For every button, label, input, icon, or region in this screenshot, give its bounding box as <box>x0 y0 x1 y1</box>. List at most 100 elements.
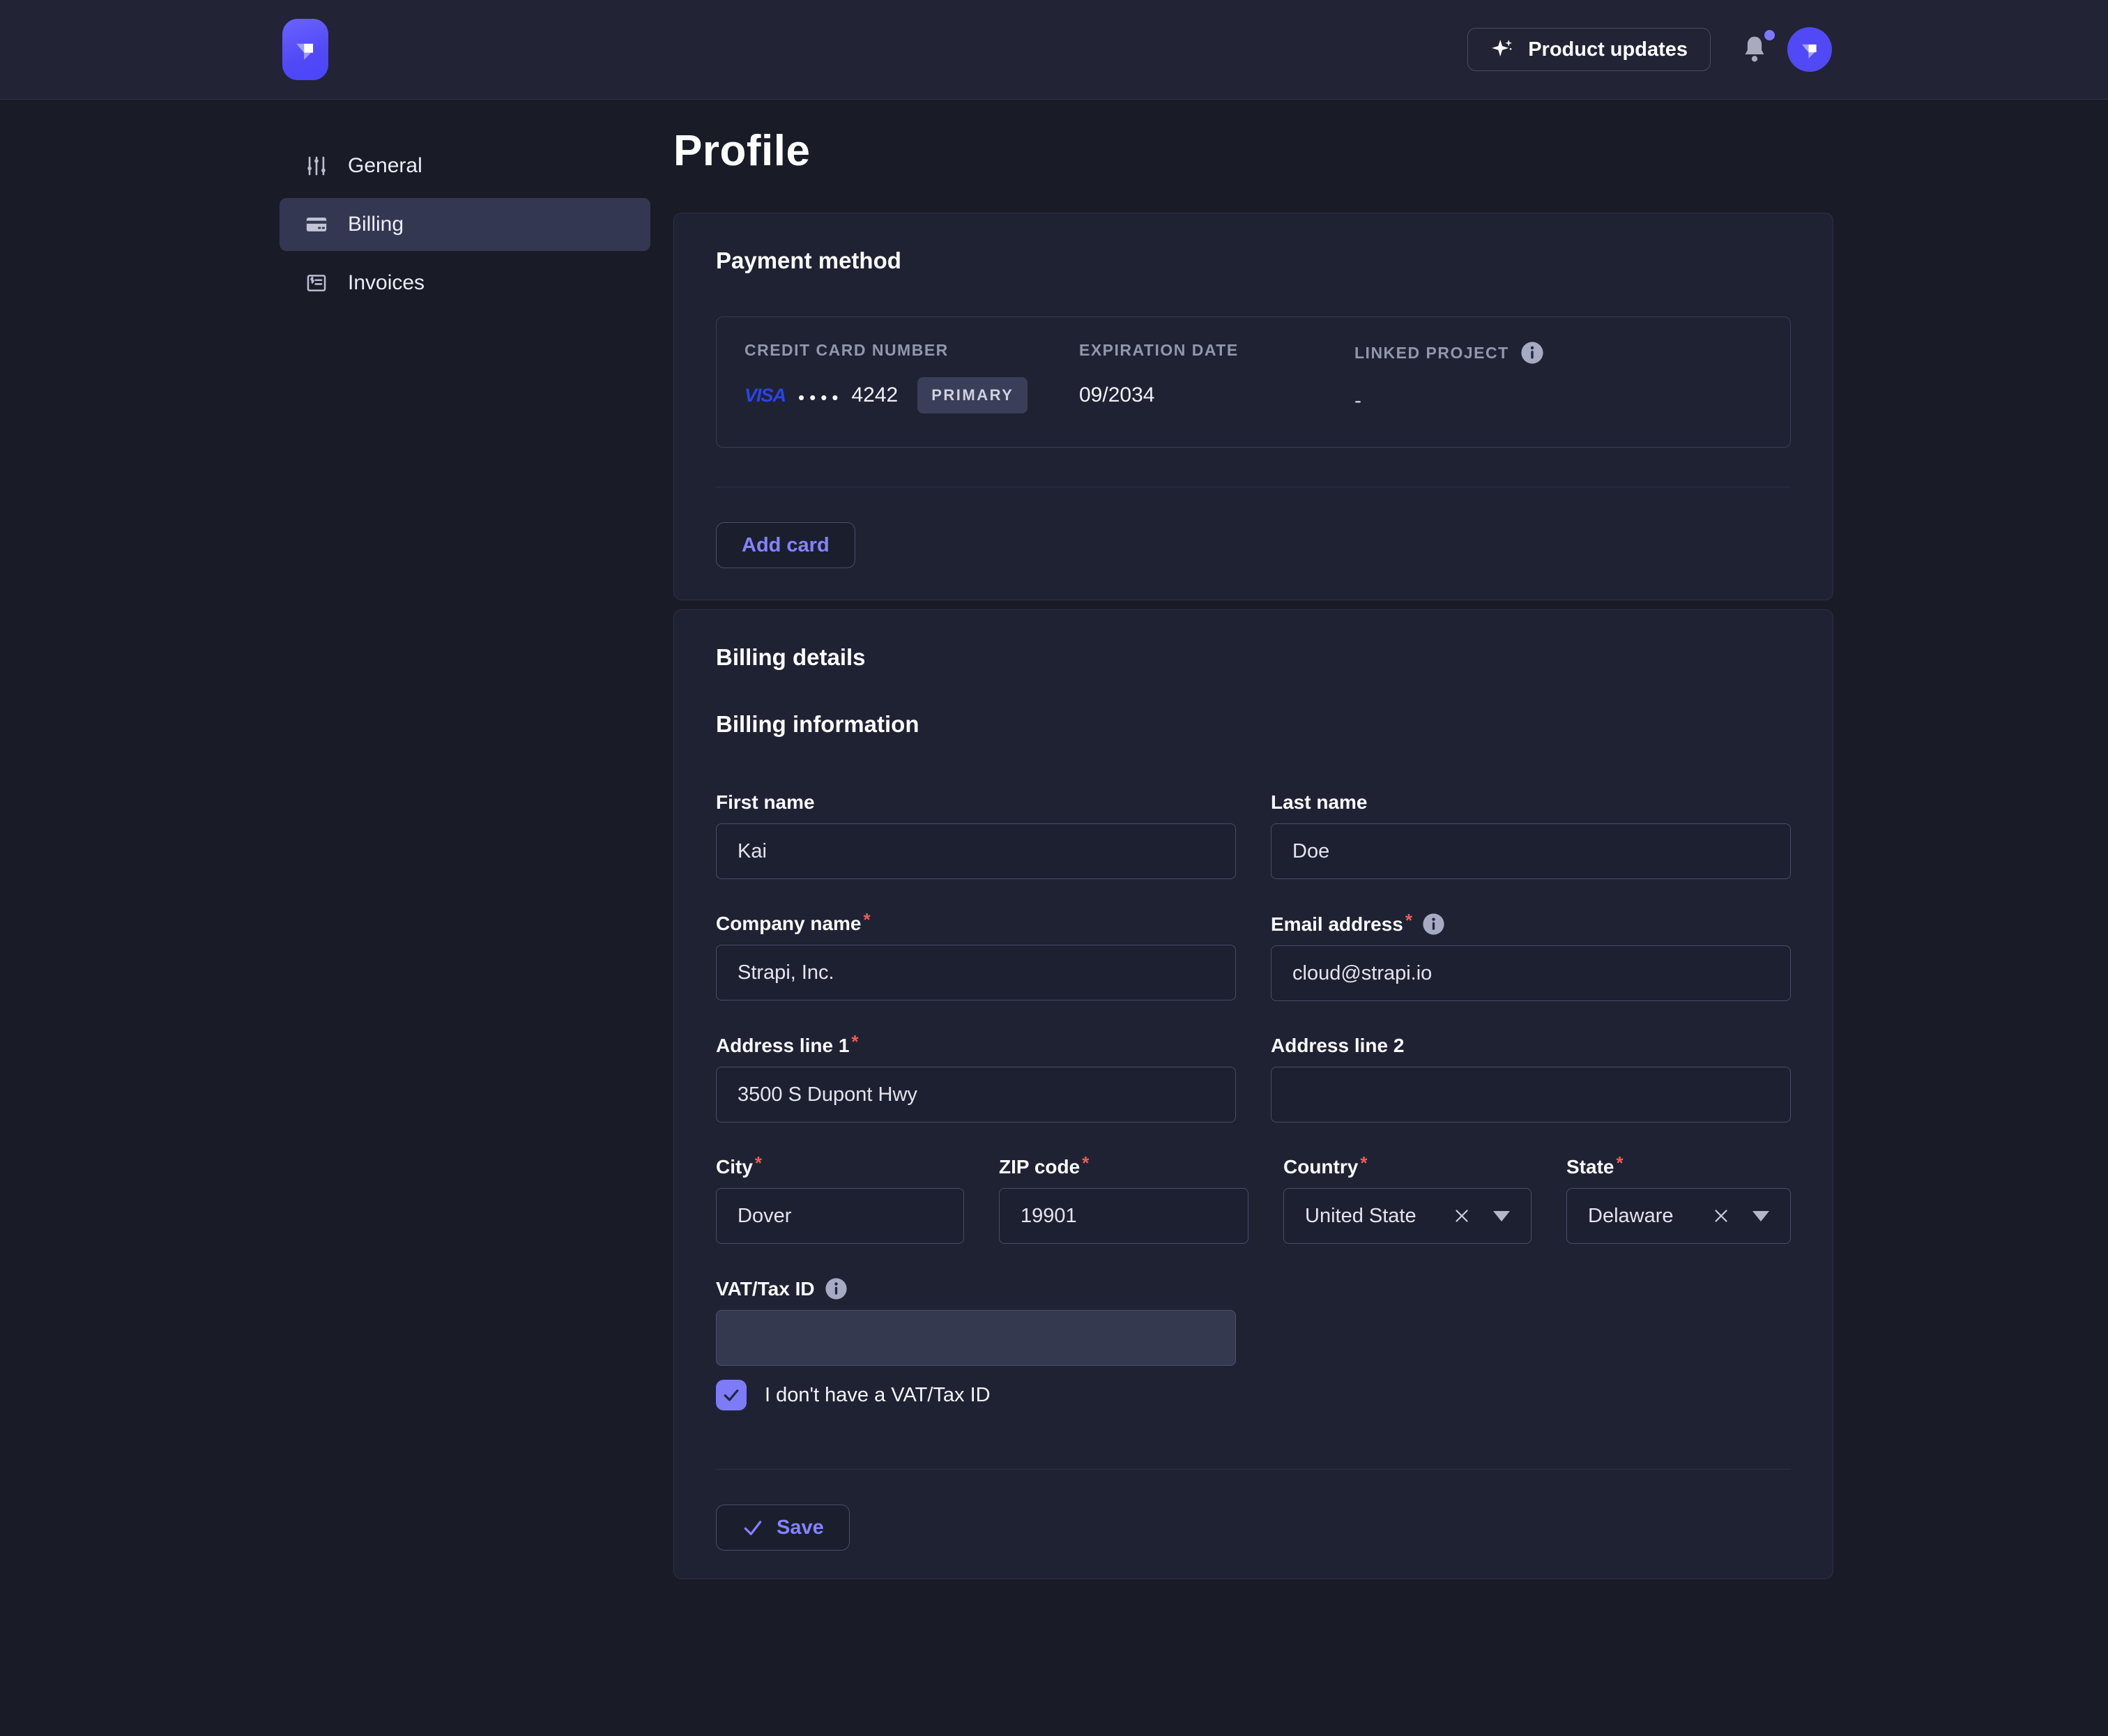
city-input[interactable]: Dover <box>716 1188 964 1244</box>
required-asterisk: * <box>1360 1152 1367 1174</box>
notification-dot <box>1764 30 1775 40</box>
sidebar-item-label: Billing <box>348 213 404 236</box>
linked-project-label: LINKED PROJECT <box>1354 344 1509 362</box>
last-name-input[interactable]: Doe <box>1271 823 1791 879</box>
input-value: cloud@strapi.io <box>1292 962 1432 985</box>
linked-project-value: - <box>1354 381 1762 420</box>
save-button[interactable]: Save <box>716 1505 850 1551</box>
sidebar-item-invoices[interactable]: Invoices <box>280 257 650 310</box>
payment-method-table: CREDIT CARD NUMBER VISA •••• 4242 PRIMAR… <box>716 317 1791 448</box>
label-text: Company name <box>716 913 862 935</box>
input-value: Kai <box>738 840 767 863</box>
label-text: Country <box>1283 1156 1358 1178</box>
credit-card-number-header: CREDIT CARD NUMBER <box>744 341 1079 359</box>
billing-information-title: Billing information <box>716 710 1791 738</box>
required-asterisk: * <box>1616 1152 1623 1174</box>
masked-dots: •••• <box>798 383 843 409</box>
chevron-down-icon[interactable] <box>1493 1211 1510 1221</box>
product-updates-label: Product updates <box>1528 38 1688 61</box>
label-text: VAT/Tax ID <box>716 1278 815 1300</box>
billing-details-title: Billing details <box>716 644 1791 671</box>
vat-row: VAT/Tax ID <box>716 1277 1791 1366</box>
expiration-column: EXPIRATION DATE 09/2034 <box>1079 341 1354 420</box>
name-row: First name Kai Last name Doe <box>716 791 1791 879</box>
invoice-icon <box>305 271 328 295</box>
notifications-button[interactable] <box>1740 33 1769 66</box>
email-address-label: Email address * <box>1271 913 1791 936</box>
check-icon <box>742 1516 764 1539</box>
label-text: City <box>716 1156 753 1178</box>
label-text: Last name <box>1271 791 1368 814</box>
address-line-2-field: Address line 2 <box>1271 1035 1791 1122</box>
expiration-date-header: EXPIRATION DATE <box>1079 341 1354 359</box>
state-field: State * Delaware <box>1566 1156 1791 1244</box>
vat-spacer <box>1271 1277 1791 1366</box>
payment-method-card: Payment method CREDIT CARD NUMBER VISA •… <box>673 213 1833 600</box>
city-label: City * <box>716 1156 964 1178</box>
settings-sidebar: General Billing <box>280 139 650 310</box>
sidebar-item-label: General <box>348 154 422 178</box>
add-card-button[interactable]: Add card <box>716 522 855 568</box>
last-name-label: Last name <box>1271 791 1791 814</box>
zip-code-field: ZIP code * 19901 <box>999 1156 1248 1244</box>
info-icon[interactable] <box>1520 341 1544 365</box>
input-value: Strapi, Inc. <box>738 961 834 984</box>
zip-code-label: ZIP code * <box>999 1156 1248 1178</box>
address-line-1-field: Address line 1 * 3500 S Dupont Hwy <box>716 1035 1236 1122</box>
strapi-logo[interactable] <box>282 19 328 80</box>
vat-label: VAT/Tax ID <box>716 1277 1236 1300</box>
country-field: Country * United State <box>1283 1156 1532 1244</box>
vat-checkbox-row: I don't have a VAT/Tax ID <box>716 1380 1791 1410</box>
address-line-2-input[interactable] <box>1271 1067 1791 1122</box>
input-value: 19901 <box>1021 1205 1077 1228</box>
country-select[interactable]: United State <box>1283 1188 1532 1244</box>
clear-icon[interactable] <box>1451 1205 1472 1226</box>
linked-project-column: LINKED PROJECT - <box>1354 341 1762 420</box>
city-zip-country-state-row: City * Dover ZIP code * 19901 Country <box>716 1156 1791 1244</box>
country-label: Country * <box>1283 1156 1532 1178</box>
strapi-glyph-icon <box>289 33 321 66</box>
user-avatar[interactable] <box>1787 27 1832 72</box>
state-select[interactable]: Delaware <box>1566 1188 1791 1244</box>
save-label: Save <box>777 1516 824 1539</box>
label-text: ZIP code <box>999 1156 1080 1178</box>
linked-project-header: LINKED PROJECT <box>1354 341 1762 365</box>
zip-code-input[interactable]: 19901 <box>999 1188 1248 1244</box>
label-text: Address line 1 <box>716 1035 849 1057</box>
visa-logo: VISA <box>744 385 786 406</box>
credit-card-number-value: VISA •••• 4242 PRIMARY <box>744 376 1079 415</box>
check-icon <box>721 1385 742 1406</box>
required-asterisk: * <box>864 908 871 931</box>
address-line-1-input[interactable]: 3500 S Dupont Hwy <box>716 1067 1236 1122</box>
product-updates-button[interactable]: Product updates <box>1467 28 1711 71</box>
sidebar-item-billing[interactable]: Billing <box>280 198 650 251</box>
company-email-row: Company name * Strapi, Inc. Email addres… <box>716 913 1791 1001</box>
email-address-field: Email address * cloud@strapi.io <box>1271 913 1791 1001</box>
info-icon[interactable] <box>825 1277 848 1300</box>
address-line-2-label: Address line 2 <box>1271 1035 1791 1057</box>
sliders-icon <box>305 154 328 178</box>
first-name-label: First name <box>716 791 1236 814</box>
email-address-input[interactable]: cloud@strapi.io <box>1271 945 1791 1001</box>
required-asterisk: * <box>1405 909 1412 931</box>
vat-field: VAT/Tax ID <box>716 1277 1236 1366</box>
required-asterisk: * <box>755 1152 762 1174</box>
company-name-input[interactable]: Strapi, Inc. <box>716 945 1236 1000</box>
chevron-down-icon[interactable] <box>1752 1211 1769 1221</box>
primary-badge: PRIMARY <box>917 377 1028 413</box>
clear-icon[interactable] <box>1711 1205 1732 1226</box>
required-asterisk: * <box>1082 1152 1089 1174</box>
state-label: State * <box>1566 1156 1791 1178</box>
company-name-label: Company name * <box>716 913 1236 935</box>
sidebar-item-general[interactable]: General <box>280 139 650 192</box>
billing-details-card: Billing details Billing information Firs… <box>673 609 1833 1579</box>
vat-checkbox-label: I don't have a VAT/Tax ID <box>765 1384 991 1407</box>
app-screen: Product updates <box>0 0 2108 1736</box>
first-name-input[interactable]: Kai <box>716 823 1236 879</box>
vat-checkbox[interactable] <box>716 1380 747 1410</box>
credit-card-column: CREDIT CARD NUMBER VISA •••• 4242 PRIMAR… <box>744 341 1079 420</box>
vat-input[interactable] <box>716 1310 1236 1366</box>
label-text: First name <box>716 791 815 814</box>
last-name-field: Last name Doe <box>1271 791 1791 879</box>
info-icon[interactable] <box>1422 913 1445 936</box>
